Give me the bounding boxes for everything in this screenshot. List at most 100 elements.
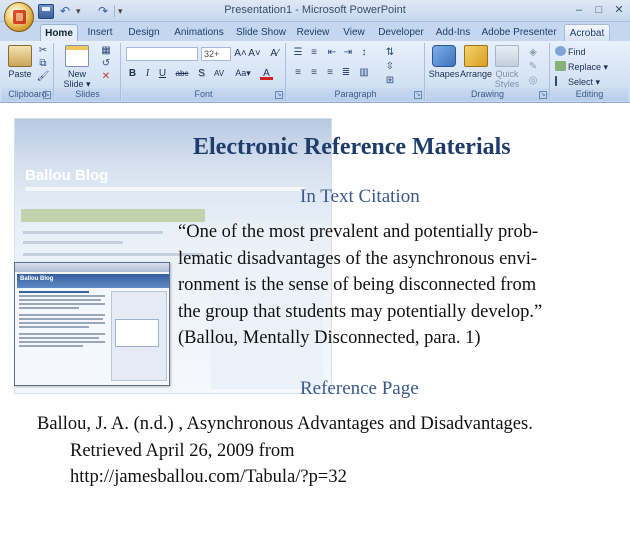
slide-title[interactable]: Electronic Reference Materials <box>193 134 511 161</box>
select-icon <box>555 76 566 86</box>
thumbnail-blog-title: Ballou Blog <box>20 276 54 282</box>
reset-icon[interactable]: ↺ <box>99 58 113 70</box>
thumbnail-article <box>19 291 107 379</box>
tab-acrobat[interactable]: Acrobat <box>564 24 610 41</box>
paste-label: Paste <box>8 69 32 79</box>
tab-review[interactable]: Review <box>294 24 332 41</box>
smartart-icon[interactable]: ⊞ <box>383 75 397 87</box>
arrange-label: Arrange <box>460 69 493 79</box>
shape-fill-icon[interactable]: ◈ <box>526 47 540 59</box>
arrange-button[interactable]: Arrange <box>460 45 492 79</box>
quick-styles-icon <box>495 45 519 67</box>
new-slide-icon <box>65 45 89 67</box>
shapes-label: Shapes <box>428 69 460 79</box>
citation-heading[interactable]: In Text Citation <box>300 186 420 208</box>
layout-icon[interactable]: ▦ <box>99 45 113 57</box>
tab-home[interactable]: Home <box>40 24 78 41</box>
background-text-line <box>23 253 203 256</box>
tab-view[interactable]: View <box>338 24 370 41</box>
font-name-input[interactable] <box>126 47 198 61</box>
font-launcher-icon[interactable]: ↘ <box>275 91 283 99</box>
clear-format-icon[interactable]: A⁄ <box>268 47 281 60</box>
title-bar: ↶ ▾ ↷ ▾ Presentation1 - Microsoft PowerP… <box>0 0 630 22</box>
format-painter-icon[interactable]: 🖌 <box>36 71 50 83</box>
editing-label: Editing <box>551 88 628 101</box>
line-spacing-icon[interactable]: ↕ <box>357 47 371 59</box>
tab-adobe-presenter[interactable]: Adobe Presenter <box>480 24 558 41</box>
bold-button[interactable]: B <box>126 67 139 80</box>
ribbon-tabs: Home Insert Design Animations Slide Show… <box>0 22 630 41</box>
find-label: Find <box>568 47 586 57</box>
slides-label: Slides <box>55 88 120 101</box>
close-button[interactable]: ✕ <box>612 3 626 17</box>
cut-icon[interactable]: ✂ <box>36 45 50 57</box>
background-blog-tagline <box>25 187 305 191</box>
decrease-indent-icon[interactable]: ⇤ <box>325 47 339 59</box>
arrange-icon <box>464 45 488 67</box>
slides-group: New Slide ▾ ▦ ↺ ✕ Slides <box>55 43 121 101</box>
text-direction-icon[interactable]: ⇅ <box>383 47 397 59</box>
tab-animations[interactable]: Animations <box>170 24 228 41</box>
quote-line: ronment is the sense of being disconnect… <box>178 275 537 295</box>
paste-icon <box>8 45 32 67</box>
bullets-icon[interactable]: ☰ <box>291 47 305 59</box>
office-button[interactable] <box>4 2 34 32</box>
blog-thumbnail-image: Ballou Blog <box>14 262 170 386</box>
font-size-input[interactable]: 32+ <box>201 47 231 61</box>
clipboard-launcher-icon[interactable]: ↘ <box>43 91 51 99</box>
strikethrough-button[interactable]: abc <box>172 67 192 80</box>
find-button[interactable]: Find <box>555 46 586 59</box>
delete-slide-icon[interactable]: ✕ <box>99 71 113 83</box>
replace-label: Replace ▾ <box>568 62 609 72</box>
quote-line: lematic disadvantages of the asynchronou… <box>178 248 538 269</box>
background-text-line <box>23 231 163 234</box>
shapes-button[interactable]: Shapes <box>428 45 460 79</box>
quote-text-box[interactable]: “One of the most prevalent and potential… <box>178 219 558 352</box>
tab-design[interactable]: Design <box>124 24 164 41</box>
tab-slide-show[interactable]: Slide Show <box>234 24 288 41</box>
reference-text-box[interactable]: Ballou, J. A. (n.d.) , Asynchronous Adva… <box>37 411 533 491</box>
quick-styles-label-1: Quick <box>495 69 519 79</box>
align-right-icon[interactable]: ≡ <box>323 67 337 79</box>
center-icon[interactable]: ≡ <box>307 67 321 79</box>
italic-button[interactable]: I <box>141 67 154 80</box>
select-label: Select ▾ <box>568 77 601 87</box>
tab-developer[interactable]: Developer <box>376 24 426 41</box>
character-spacing-button[interactable]: AV <box>210 67 228 80</box>
minimize-button[interactable]: – <box>572 3 586 17</box>
new-slide-button[interactable]: New Slide ▾ <box>61 45 93 89</box>
shadow-button[interactable]: S <box>195 67 208 80</box>
find-icon <box>555 46 566 56</box>
drawing-launcher-icon[interactable]: ↘ <box>539 91 547 99</box>
columns-icon[interactable]: ▥ <box>357 67 371 79</box>
grow-font-icon[interactable]: A˄ <box>234 47 247 60</box>
increase-indent-icon[interactable]: ⇥ <box>341 47 355 59</box>
window-controls: – □ ✕ <box>572 3 626 17</box>
copy-icon[interactable]: ⧉ <box>36 58 50 70</box>
align-left-icon[interactable]: ≡ <box>291 67 305 79</box>
shape-outline-icon[interactable]: ✎ <box>526 61 540 73</box>
align-text-icon[interactable]: ⇳ <box>383 61 397 73</box>
maximize-button[interactable]: □ <box>592 3 606 17</box>
paste-button[interactable]: Paste <box>6 45 34 79</box>
clipboard-group: Paste ✂ ⧉ 🖌 Clipboard ↘ <box>2 43 54 101</box>
replace-button[interactable]: Replace ▾ <box>555 61 608 74</box>
numbering-icon[interactable]: ≡ <box>307 47 321 59</box>
font-color-button[interactable]: A <box>260 67 273 80</box>
drawing-group: Shapes Arrange Quick Styles ▾ ◈ ✎ ◎ Draw… <box>426 43 550 101</box>
shrink-font-icon[interactable]: A˅ <box>248 47 261 60</box>
tab-insert[interactable]: Insert <box>82 24 118 41</box>
change-case-button[interactable]: Aa▾ <box>232 67 254 80</box>
tab-add-ins[interactable]: Add-Ins <box>432 24 474 41</box>
thumbnail-browser-bar <box>15 263 169 272</box>
paragraph-launcher-icon[interactable]: ↘ <box>414 91 422 99</box>
reference-heading[interactable]: Reference Page <box>300 378 419 400</box>
underline-button[interactable]: U <box>156 67 169 80</box>
window-title: Presentation1 - Microsoft PowerPoint <box>224 4 406 16</box>
shape-effects-icon[interactable]: ◎ <box>526 75 540 87</box>
quote-citation-line: (Ballou, Mentally Disconnected, para. 1) <box>178 328 481 348</box>
replace-icon <box>555 61 566 71</box>
justify-icon[interactable]: ≣ <box>339 67 353 79</box>
background-text-line <box>23 241 123 244</box>
reference-line: Ballou, J. A. (n.d.) , Asynchronous Adva… <box>37 414 533 434</box>
